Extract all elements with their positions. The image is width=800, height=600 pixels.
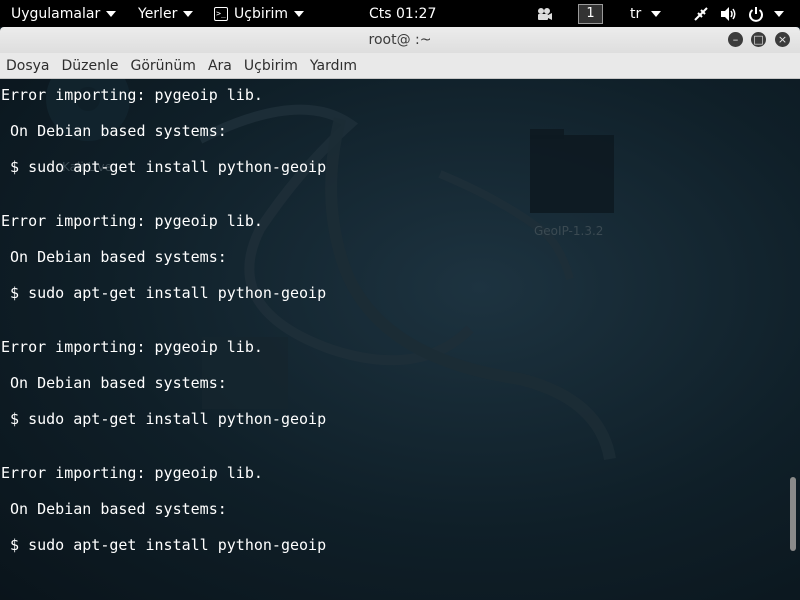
terminal-line: Error importing: pygeoip lib.	[1, 464, 263, 482]
keyboard-layout-label: tr	[630, 5, 642, 22]
chevron-down-icon	[774, 10, 784, 17]
keyboard-layout-menu[interactable]: tr	[630, 0, 662, 27]
menu-edit[interactable]: Düzenle	[56, 58, 125, 74]
terminal-line: $ sudo apt-get install python-geoip	[1, 284, 327, 302]
menu-view[interactable]: Görünüm	[125, 58, 202, 74]
places-menu[interactable]: Yerler	[138, 0, 194, 27]
terminal-output: Error importing: pygeoip lib. On Debian …	[1, 86, 781, 572]
scrollbar[interactable]	[786, 79, 800, 600]
workspace-indicator[interactable]: 1	[578, 0, 603, 27]
terminal-line: On Debian based systems:	[1, 122, 227, 140]
active-app-menu[interactable]: >_ Uçbirim	[214, 0, 305, 27]
terminal-line: Error importing: pygeoip lib.	[1, 338, 263, 356]
terminal-area[interactable]: Kali Live GeoIP-1.3.2 Error importing: p…	[0, 79, 800, 600]
maximize-button[interactable]: □	[751, 32, 766, 47]
network-icon[interactable]	[693, 0, 709, 27]
chevron-down-icon	[294, 10, 305, 17]
terminal-icon: >_	[214, 6, 228, 21]
workspace-number: 1	[578, 3, 603, 24]
minimize-button[interactable]: –	[728, 32, 743, 47]
terminal-line: On Debian based systems:	[1, 374, 227, 392]
menu-terminal[interactable]: Uçbirim	[238, 58, 304, 74]
terminal-window: root@ :~ – □ × Dosya Düzenle Görünüm Ara…	[0, 27, 800, 600]
terminal-line: $ sudo apt-get install python-geoip	[1, 410, 327, 428]
menu-search[interactable]: Ara	[202, 58, 238, 74]
camera-icon[interactable]	[537, 0, 553, 27]
applications-menu[interactable]: Uygulamalar	[11, 0, 117, 27]
clock-label: Cts 01:27	[369, 5, 437, 22]
terminal-line: $ sudo apt-get install python-geoip	[1, 158, 327, 176]
terminal-line: Error importing: pygeoip lib.	[1, 212, 263, 230]
terminal-line: $ sudo apt-get install python-geoip	[1, 536, 327, 554]
scrollbar-thumb[interactable]	[790, 477, 796, 551]
system-menu[interactable]	[748, 0, 784, 27]
window-title: root@ :~	[368, 32, 432, 48]
terminal-line: On Debian based systems:	[1, 500, 227, 518]
applications-menu-label: Uygulamalar	[11, 5, 101, 22]
title-bar[interactable]: root@ :~ – □ ×	[0, 27, 800, 53]
chevron-down-icon	[183, 10, 194, 17]
close-button[interactable]: ×	[775, 32, 790, 47]
terminal-line: On Debian based systems:	[1, 248, 227, 266]
active-app-label: Uçbirim	[234, 5, 289, 22]
chevron-down-icon	[106, 10, 117, 17]
terminal-line: Error importing: pygeoip lib.	[1, 86, 263, 104]
clock[interactable]: Cts 01:27	[369, 0, 436, 27]
menu-file[interactable]: Dosya	[0, 58, 56, 74]
places-menu-label: Yerler	[138, 5, 178, 22]
volume-icon[interactable]	[720, 0, 738, 27]
menu-bar: Dosya Düzenle Görünüm Ara Uçbirim Yardım	[0, 53, 800, 79]
chevron-down-icon	[651, 10, 662, 17]
menu-help[interactable]: Yardım	[304, 58, 363, 74]
top-panel: Uygulamalar Yerler >_ Uçbirim Cts 01:27 …	[0, 0, 800, 27]
power-icon	[749, 6, 763, 22]
